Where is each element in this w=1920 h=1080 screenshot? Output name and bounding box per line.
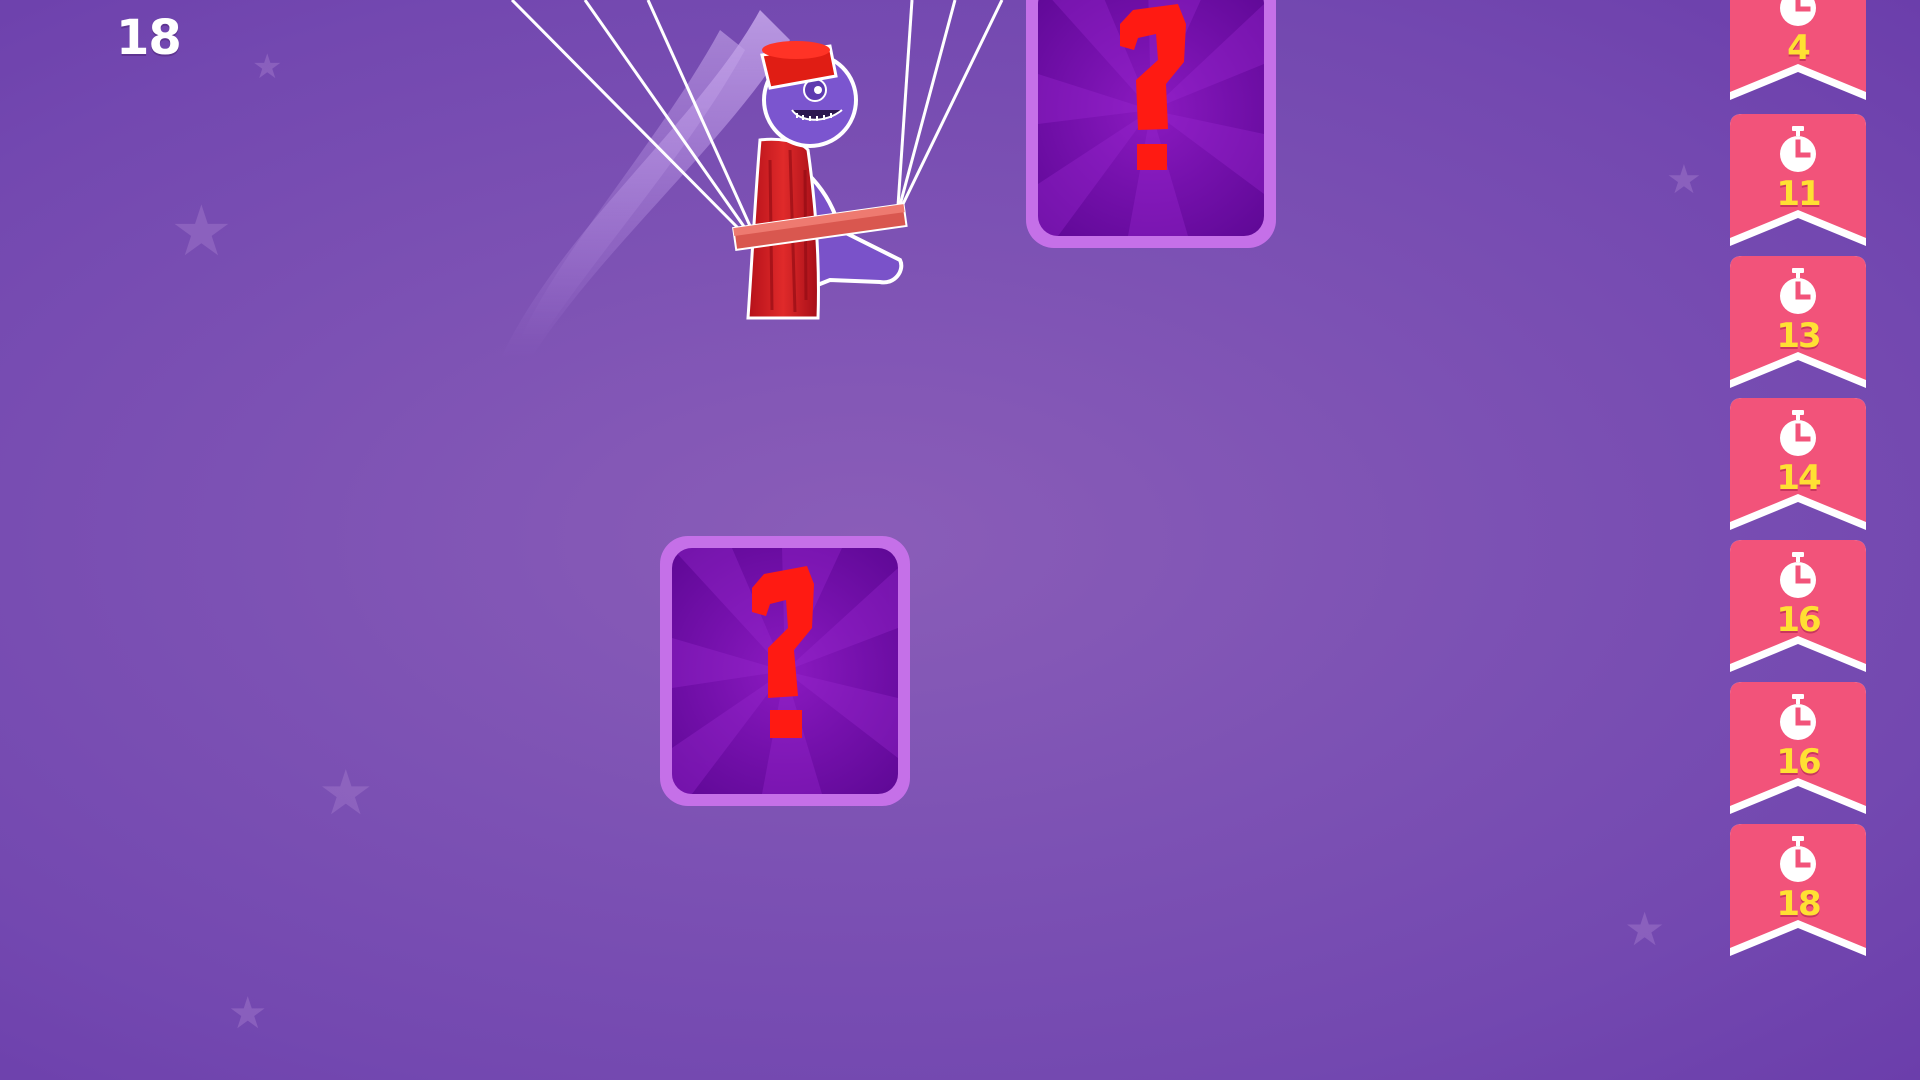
timer-tag[interactable]: 11 bbox=[1730, 114, 1866, 250]
mystery-box[interactable] bbox=[660, 536, 910, 806]
timer-value: 16 bbox=[1776, 600, 1821, 640]
stopwatch-icon bbox=[1780, 836, 1816, 882]
stopwatch-icon bbox=[1780, 552, 1816, 598]
timer-value: 18 bbox=[1776, 884, 1821, 924]
stopwatch-icon bbox=[1780, 268, 1816, 314]
timer-value: 11 bbox=[1776, 174, 1821, 214]
timer-value: 14 bbox=[1776, 458, 1821, 498]
timer-tag[interactable]: 16 bbox=[1730, 540, 1866, 676]
stopwatch-icon bbox=[1780, 410, 1816, 456]
timer-value: 16 bbox=[1776, 742, 1821, 782]
motion-trail bbox=[500, 10, 790, 360]
timer-value: 13 bbox=[1776, 316, 1821, 356]
timer-tag[interactable]: 18 bbox=[1730, 824, 1866, 960]
stopwatch-icon bbox=[1780, 126, 1816, 172]
mystery-box-face bbox=[672, 548, 898, 794]
question-mark-icon bbox=[752, 566, 814, 738]
timer-tag[interactable]: 16 bbox=[1730, 682, 1866, 818]
stopwatch-icon bbox=[1780, 0, 1816, 26]
question-mark-icon bbox=[1120, 4, 1186, 170]
player-character bbox=[500, 0, 1004, 360]
mystery-box-face bbox=[1038, 0, 1264, 236]
timer-tag[interactable]: 14 bbox=[1730, 398, 1866, 534]
timer-tag[interactable]: 13 bbox=[1730, 256, 1866, 392]
stopwatch-icon bbox=[1780, 694, 1816, 740]
timer-list: 4 11 13 14 16 16 18 bbox=[1730, 0, 1866, 1080]
mystery-box[interactable] bbox=[1026, 0, 1276, 248]
timer-value: 4 bbox=[1787, 28, 1811, 68]
timer-tag[interactable]: 4 bbox=[1730, 0, 1866, 104]
